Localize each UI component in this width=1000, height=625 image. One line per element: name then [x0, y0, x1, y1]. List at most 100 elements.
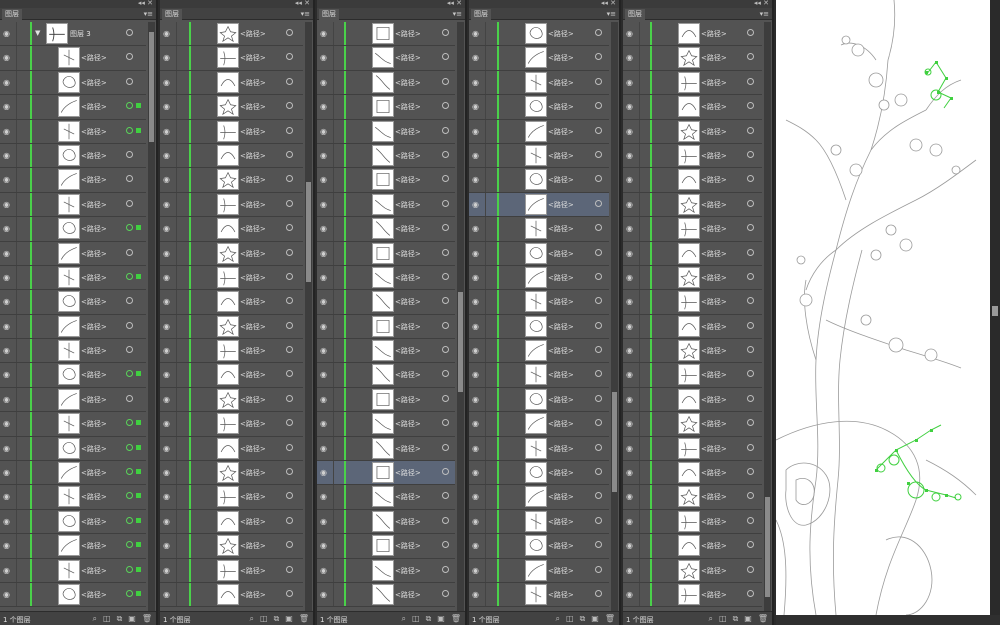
- path-name[interactable]: <路径>: [240, 102, 266, 112]
- target-circle-icon[interactable]: [126, 199, 133, 207]
- layer-row[interactable]: ◉ <路径>: [317, 290, 455, 315]
- target-circle-icon[interactable]: [747, 346, 754, 354]
- path-name[interactable]: <路径>: [701, 492, 727, 502]
- path-name[interactable]: <路径>: [81, 273, 107, 283]
- layer-row[interactable]: ◉ <路径>: [0, 534, 146, 559]
- eye-icon[interactable]: ◉: [626, 468, 635, 477]
- path-name[interactable]: <路径>: [240, 175, 266, 185]
- eye-icon[interactable]: ◉: [163, 468, 172, 477]
- target-circle-icon[interactable]: [747, 150, 754, 158]
- layer-row[interactable]: ◉ <路径>: [160, 363, 303, 388]
- path-name[interactable]: <路径>: [701, 370, 727, 380]
- eye-icon[interactable]: ◉: [472, 297, 481, 306]
- eye-icon[interactable]: ◉: [3, 297, 12, 306]
- layer-row[interactable]: ◉ <路径>: [623, 509, 762, 535]
- selection-square-icon[interactable]: [136, 444, 141, 450]
- target-circle-icon[interactable]: [126, 468, 133, 476]
- eye-icon[interactable]: ◉: [626, 541, 635, 550]
- target-circle-icon[interactable]: [286, 492, 293, 500]
- layer-row[interactable]: ◉ <路径>: [160, 290, 303, 315]
- path-name[interactable]: <路径>: [395, 346, 421, 356]
- target-circle-icon[interactable]: [747, 102, 754, 110]
- target-circle-icon[interactable]: [286, 248, 293, 256]
- target-circle-icon[interactable]: [286, 175, 293, 183]
- layer-row[interactable]: ◉ <路径>: [0, 217, 146, 242]
- target-circle-icon[interactable]: [595, 77, 602, 85]
- path-name[interactable]: <路径>: [395, 590, 421, 600]
- path-name[interactable]: <路径>: [240, 346, 266, 356]
- eye-icon[interactable]: ◉: [320, 346, 329, 355]
- selection-square-icon[interactable]: [136, 420, 141, 426]
- eye-icon[interactable]: ◉: [626, 444, 635, 453]
- path-name[interactable]: <路径>: [240, 492, 266, 502]
- layer-row[interactable]: ◉ <路径>: [623, 192, 762, 218]
- delete-icon[interactable]: 🗑: [758, 614, 768, 624]
- path-name[interactable]: <路径>: [701, 53, 727, 63]
- eye-icon[interactable]: ◉: [626, 175, 635, 184]
- eye-icon[interactable]: ◉: [626, 517, 635, 526]
- layer-row[interactable]: ◉ <路径>: [623, 436, 762, 462]
- eye-icon[interactable]: ◉: [472, 175, 481, 184]
- path-name[interactable]: <路径>: [81, 224, 107, 234]
- layer-row[interactable]: ◉ <路径>: [317, 70, 455, 96]
- eye-icon[interactable]: ◉: [626, 102, 635, 111]
- selection-square-icon[interactable]: [136, 103, 141, 109]
- path-name[interactable]: <路径>: [548, 249, 574, 259]
- target-circle-icon[interactable]: [747, 589, 754, 597]
- eye-icon[interactable]: ◉: [3, 102, 12, 111]
- layer-row[interactable]: ◉ <路径>: [160, 70, 303, 96]
- target-circle-icon[interactable]: [442, 394, 449, 402]
- panel-menu-icon[interactable]: ▾≡: [453, 8, 462, 20]
- layer-row[interactable]: ◉ <路径>: [317, 192, 455, 218]
- path-name[interactable]: <路径>: [395, 249, 421, 259]
- path-name[interactable]: <路径>: [548, 127, 574, 137]
- panel-title-bar[interactable]: ◂◂ ✕: [0, 0, 156, 8]
- target-circle-icon[interactable]: [442, 443, 449, 451]
- target-circle-icon[interactable]: [442, 150, 449, 158]
- path-name[interactable]: <路径>: [81, 346, 107, 356]
- path-name[interactable]: <路径>: [395, 273, 421, 283]
- layer-row[interactable]: ◉ <路径>: [623, 265, 762, 291]
- eye-icon[interactable]: ◉: [3, 395, 12, 404]
- layer-row[interactable]: ◉ ▼ 图层 3: [0, 22, 146, 47]
- target-circle-icon[interactable]: [286, 394, 293, 402]
- eye-icon[interactable]: ◉: [320, 29, 329, 38]
- path-name[interactable]: <路径>: [81, 297, 107, 307]
- target-circle-icon[interactable]: [442, 297, 449, 305]
- path-name[interactable]: <路径>: [81, 151, 107, 161]
- path-name[interactable]: <路径>: [240, 53, 266, 63]
- eye-icon[interactable]: ◉: [472, 468, 481, 477]
- path-name[interactable]: <路径>: [240, 566, 266, 576]
- path-name[interactable]: <路径>: [548, 346, 574, 356]
- layer-row[interactable]: ◉ <路径>: [469, 436, 609, 462]
- layer-row[interactable]: ◉ <路径>: [317, 217, 455, 242]
- layer-row[interactable]: ◉ <路径>: [0, 558, 146, 583]
- path-name[interactable]: <路径>: [395, 517, 421, 527]
- target-circle-icon[interactable]: [747, 248, 754, 256]
- path-name[interactable]: <路径>: [81, 102, 107, 112]
- layer-row[interactable]: ◉ <路径>: [160, 119, 303, 144]
- target-circle-icon[interactable]: [747, 492, 754, 500]
- layer-row[interactable]: ◉ <路径>: [623, 241, 762, 266]
- layer-row[interactable]: ◉ <路径>: [317, 22, 455, 47]
- layer-row[interactable]: ◉ <路径>: [469, 387, 609, 413]
- target-circle-icon[interactable]: [595, 443, 602, 451]
- target-circle-icon[interactable]: [286, 565, 293, 573]
- eye-icon[interactable]: ◉: [163, 590, 172, 599]
- path-name[interactable]: <路径>: [81, 444, 107, 454]
- layer-row[interactable]: ◉ <路径>: [160, 461, 303, 486]
- target-circle-icon[interactable]: [747, 468, 754, 476]
- layer-row[interactable]: ◉ <路径>: [317, 485, 455, 510]
- path-name[interactable]: <路径>: [395, 127, 421, 137]
- path-name[interactable]: <路径>: [548, 297, 574, 307]
- path-name[interactable]: <路径>: [81, 53, 107, 63]
- layer-row[interactable]: ◉ <路径>: [0, 485, 146, 510]
- path-name[interactable]: <路径>: [395, 200, 421, 210]
- eye-icon[interactable]: ◉: [3, 468, 12, 477]
- eye-icon[interactable]: ◉: [472, 78, 481, 87]
- eye-icon[interactable]: ◉: [472, 419, 481, 428]
- panel-scrollbar[interactable]: [764, 22, 771, 611]
- eye-icon[interactable]: ◉: [163, 224, 172, 233]
- target-circle-icon[interactable]: [286, 53, 293, 61]
- eye-icon[interactable]: ◉: [3, 175, 12, 184]
